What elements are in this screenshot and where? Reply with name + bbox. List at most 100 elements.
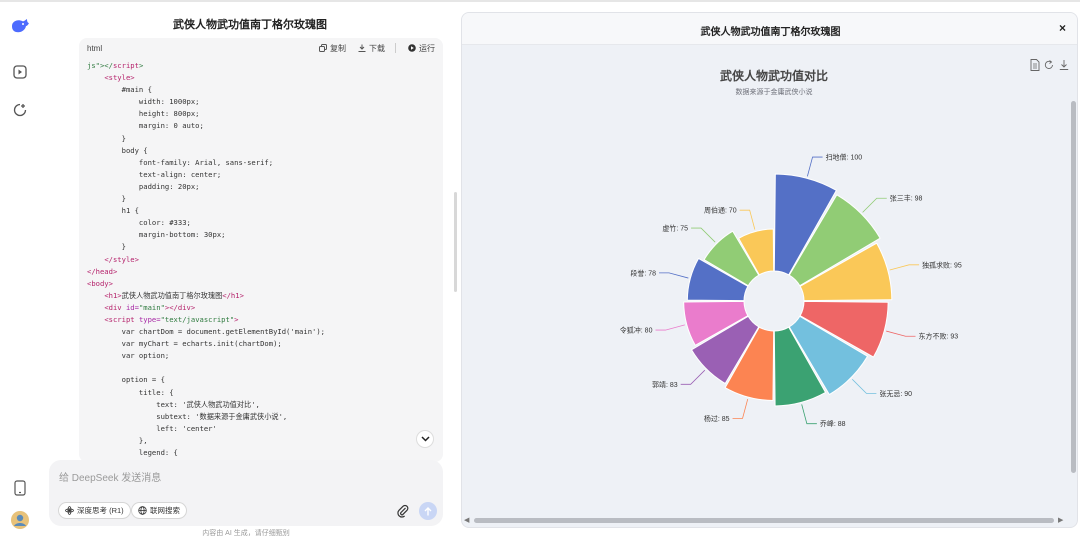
- label-leader-line: [807, 156, 823, 177]
- label-leader-line: [680, 369, 706, 385]
- code-line: },: [87, 435, 148, 445]
- code-line: margin-bottom: 30px;: [87, 230, 226, 240]
- code-line: #main {: [87, 85, 152, 95]
- chart-title: 武侠人物武功值对比: [720, 68, 828, 83]
- chat-title: 武侠人物武功值南丁格尔玫瑰图: [173, 19, 327, 31]
- data-view-icon[interactable]: [1030, 59, 1040, 71]
- label-leader-line: [801, 404, 817, 425]
- deepseek-logo-icon[interactable]: [10, 16, 30, 36]
- deep-think-icon: [65, 506, 74, 515]
- left-rail: [0, 2, 40, 540]
- code-block: html 复制 下载 运行 js"></script> <style> #mai…: [79, 38, 443, 462]
- slice-label: 杨过: 85: [704, 414, 730, 423]
- copy-icon: [319, 44, 327, 52]
- restore-icon[interactable]: [1044, 59, 1054, 71]
- new-chat-panel-icon[interactable]: [10, 62, 30, 82]
- label-leader-line: [659, 272, 689, 279]
- slice-label: 张三丰: 98: [890, 194, 923, 203]
- code-line: <h1>武侠人物武功值南丁格尔玫瑰图</h1>: [104, 290, 244, 300]
- copy-button[interactable]: 复制: [319, 43, 346, 54]
- chat-column: 武侠人物武功值南丁格尔玫瑰图 html 复制 下载 运行 js"></scrip…: [40, 2, 460, 540]
- code-block-header: html 复制 下载 运行: [79, 38, 443, 58]
- copy-label: 复制: [330, 43, 346, 53]
- preview-panel: 武侠人物武功值南丁格尔玫瑰图 × 武侠人物武功值对比 数据来源于金庸武侠小说 扫…: [461, 12, 1078, 528]
- code-language-label: html: [87, 43, 103, 53]
- slice-label: 乔峰: 88: [820, 419, 846, 428]
- code-line: }: [87, 242, 126, 252]
- code-text[interactable]: js"></script> <style> #main { width: 100…: [79, 58, 443, 462]
- label-leader-line: [886, 330, 916, 337]
- download-button[interactable]: 下载: [358, 43, 385, 54]
- code-line: left: 'center': [87, 423, 217, 433]
- code-line: h1 {: [87, 206, 139, 216]
- run-label: 运行: [419, 43, 435, 53]
- label-leader-line: [691, 227, 716, 243]
- label-leader-line: [851, 378, 877, 394]
- arrow-up-icon: [424, 506, 432, 515]
- code-line: var option;: [87, 351, 170, 361]
- message-input-box[interactable]: 给 DeepSeek 发送消息 深度思考 (R1) 联网搜索: [49, 460, 443, 526]
- slice-label: 虚竹: 75: [662, 224, 688, 233]
- code-line: subtext: '数据来源于金庸武侠小说',: [87, 411, 288, 421]
- code-line: title: {: [87, 387, 174, 397]
- ai-disclaimer: 内容由 AI 生成，请仔细甄别: [202, 530, 290, 537]
- deep-think-toggle[interactable]: 深度思考 (R1): [58, 502, 131, 519]
- code-line: }: [87, 133, 126, 143]
- label-leader-line: [739, 209, 756, 230]
- slice-label: 令狐冲: 80: [620, 326, 653, 335]
- code-line: padding: 20px;: [87, 181, 200, 191]
- slice-label: 东方不败: 93: [919, 332, 959, 341]
- close-icon[interactable]: ×: [1059, 21, 1066, 35]
- slice-label: 周伯通: 70: [704, 206, 737, 215]
- label-leader-line: [732, 398, 749, 419]
- code-line: text-align: center;: [87, 169, 222, 179]
- slice-label: 独孤求败: 95: [922, 260, 962, 269]
- avatar[interactable]: [10, 510, 30, 530]
- message-input-placeholder[interactable]: 给 DeepSeek 发送消息: [59, 469, 161, 484]
- code-line: <script type="text/javascript">: [104, 314, 239, 324]
- preview-vertical-scrollbar[interactable]: [1071, 101, 1076, 473]
- mobile-app-icon[interactable]: [10, 478, 30, 498]
- code-line: js"></script>: [87, 61, 144, 70]
- code-line: <style>: [104, 73, 135, 83]
- paperclip-icon: [397, 504, 409, 518]
- slice-label: 段誉: 78: [630, 268, 656, 277]
- code-line: color: #333;: [87, 218, 191, 228]
- rose-chart: 武侠人物武功值对比 数据来源于金庸武侠小说 扫地僧: 100 张三丰: 98 独孤求…: [620, 68, 962, 428]
- chat-scrollbar[interactable]: [454, 192, 457, 292]
- slice-label: 张无忌: 90: [879, 389, 912, 398]
- globe-icon: [138, 506, 147, 515]
- slice-label: 扫地僧: 100: [826, 153, 863, 162]
- chevron-down-icon: [420, 436, 430, 442]
- header-divider: [395, 43, 396, 53]
- code-line: <body>: [87, 278, 113, 288]
- code-line: width: 1000px;: [87, 97, 200, 107]
- scroll-down-button[interactable]: [416, 430, 434, 448]
- code-line: var myChart = echarts.init(chartDom);: [87, 339, 282, 349]
- web-search-toggle[interactable]: 联网搜索: [131, 502, 187, 519]
- code-line: </style>: [104, 254, 139, 264]
- code-line: margin: 0 auto;: [87, 121, 204, 131]
- chart-subtitle: 数据来源于金庸武侠小说: [736, 87, 813, 96]
- save-image-icon[interactable]: [1059, 59, 1069, 71]
- preview-horizontal-scrollbar[interactable]: [474, 518, 1054, 523]
- code-line: text: '武侠人物武功值对比',: [87, 399, 260, 409]
- label-leader-line: [655, 324, 685, 331]
- code-line: height: 800px;: [87, 109, 200, 119]
- send-button[interactable]: [419, 502, 437, 520]
- scroll-right-arrow[interactable]: ▶: [1058, 516, 1063, 524]
- new-chat-icon[interactable]: [10, 100, 30, 120]
- code-line: body {: [87, 145, 148, 155]
- play-icon: [408, 44, 416, 52]
- scroll-left-arrow[interactable]: ◀: [464, 516, 469, 524]
- web-search-label: 联网搜索: [150, 506, 180, 515]
- deep-think-label: 深度思考 (R1): [77, 506, 124, 515]
- code-line: </head>: [87, 266, 118, 276]
- code-line: }: [87, 194, 126, 204]
- code-line: option = {: [87, 375, 165, 385]
- run-button[interactable]: 运行: [408, 43, 435, 54]
- attach-file-button[interactable]: [396, 504, 410, 518]
- code-line: <div id="main"></div>: [104, 302, 196, 312]
- label-leader-line: [889, 264, 920, 271]
